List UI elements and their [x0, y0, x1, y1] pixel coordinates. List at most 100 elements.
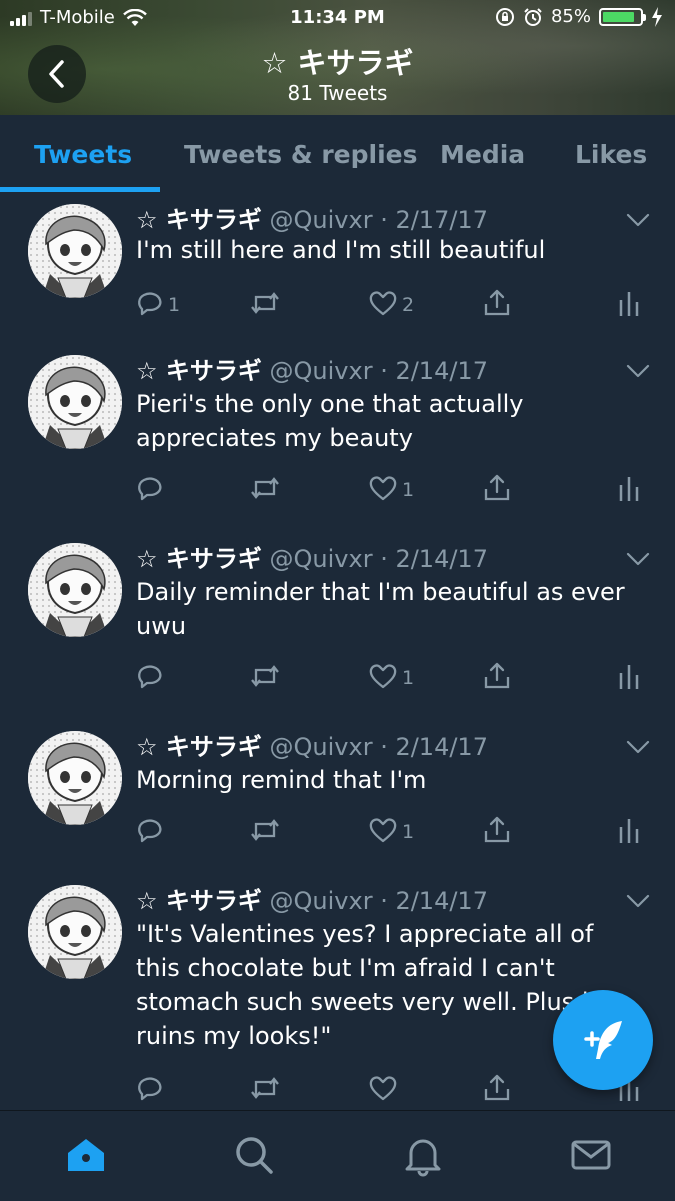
battery-percent: 85% — [550, 6, 591, 27]
like-button[interactable]: 1 — [368, 473, 414, 507]
retweet-icon — [248, 662, 282, 695]
retweet-button[interactable] — [248, 661, 286, 695]
tab-media[interactable]: Media — [440, 115, 525, 195]
tweet-author-name[interactable]: ☆ キサラギ — [136, 545, 262, 573]
nav-notifications[interactable] — [401, 1133, 445, 1177]
tweet-author-name[interactable]: ☆ キサラギ — [136, 206, 262, 234]
analytics-button[interactable] — [618, 661, 640, 695]
search-icon — [236, 1137, 273, 1174]
tweet-handle-date: @Quivxr · 2/14/17 — [269, 887, 488, 915]
tweet-header: ☆ キサラギ @Quivxr · 2/14/17 — [136, 727, 488, 762]
like-button[interactable]: 1 — [368, 661, 414, 695]
tweet-options-button[interactable] — [626, 212, 650, 227]
analytics-button[interactable] — [618, 473, 640, 507]
active-tab-indicator — [0, 187, 160, 192]
retweet-button[interactable] — [248, 1073, 286, 1107]
like-count: 1 — [402, 667, 415, 689]
like-count: 1 — [402, 821, 415, 843]
tweet-options-button[interactable] — [626, 893, 650, 908]
share-button[interactable] — [482, 288, 512, 322]
charging-icon — [652, 6, 662, 27]
avatar[interactable] — [28, 204, 122, 298]
like-button[interactable]: 1 — [368, 815, 414, 849]
tab-likes[interactable]: Likes — [575, 115, 647, 195]
tab-tweets-and-replies[interactable]: Tweets & replies — [184, 115, 418, 195]
messages-icon — [571, 1140, 611, 1170]
nav-home[interactable] — [64, 1133, 108, 1177]
tweet-text: Pieri's the only one that actually appre… — [136, 390, 524, 452]
avatar[interactable] — [28, 885, 122, 979]
share-icon — [482, 1073, 512, 1108]
reply-button[interactable] — [136, 1073, 168, 1107]
nav-messages[interactable] — [569, 1133, 613, 1177]
tweet-handle-date: @Quivxr · 2/14/17 — [269, 545, 488, 573]
tweet-author-name[interactable]: ☆ キサラギ — [136, 733, 262, 761]
tweet-handle-date: @Quivxr · 2/14/17 — [269, 733, 488, 761]
heart-icon — [368, 816, 398, 849]
battery-icon — [599, 7, 646, 26]
chevron-down-icon — [626, 739, 650, 758]
tweet-item[interactable]: ☆ キサラギ @Quivxr · 2/17/17 I'm still here a… — [0, 193, 675, 336]
tweet-author-name[interactable]: ☆ キサラギ — [136, 887, 262, 915]
analytics-icon — [618, 473, 640, 508]
like-button[interactable]: 2 — [368, 288, 414, 322]
tweet-header: ☆ キサラギ @Quivxr · 2/14/17 — [136, 881, 488, 916]
home-icon — [68, 1139, 104, 1171]
bottom-nav — [0, 1110, 675, 1201]
tweet-item[interactable]: ☆ キサラギ @Quivxr · 2/14/17 Morning remind t… — [0, 711, 675, 866]
tweet-actions: 1 — [136, 473, 656, 507]
tweet-options-button[interactable] — [626, 739, 650, 754]
avatar[interactable] — [28, 543, 122, 637]
tweet-item[interactable]: ☆ キサラギ @Quivxr · 2/14/17 Pieri's the only… — [0, 335, 675, 524]
chevron-down-icon — [626, 893, 650, 912]
retweet-button[interactable] — [248, 473, 286, 507]
analytics-icon — [618, 288, 640, 323]
reply-button[interactable] — [136, 661, 168, 695]
reply-icon — [136, 816, 164, 849]
retweet-icon — [248, 816, 282, 849]
tweet-handle-date: @Quivxr · 2/17/17 — [269, 206, 488, 234]
tab-tweets[interactable]: Tweets — [34, 115, 132, 195]
avatar[interactable] — [28, 731, 122, 825]
profile-tabs: Tweets Tweets & replies Media Likes — [0, 115, 675, 196]
tweet-count: 81 Tweets — [287, 81, 388, 105]
tweet-text: Morning remind that I'm — [136, 766, 427, 794]
tweet-author-name[interactable]: ☆ キサラギ — [136, 357, 262, 385]
analytics-button[interactable] — [618, 288, 640, 322]
tweet-actions: 1 — [136, 815, 656, 849]
orientation-lock-icon — [495, 7, 514, 26]
chevron-down-icon — [626, 363, 650, 382]
like-count: 1 — [402, 479, 415, 501]
reply-icon — [136, 662, 164, 695]
compose-tweet-button[interactable] — [553, 990, 653, 1090]
notifications-icon — [405, 1139, 441, 1177]
nav-search[interactable] — [232, 1133, 276, 1177]
tweet-options-button[interactable] — [626, 363, 650, 378]
reply-button[interactable] — [136, 815, 168, 849]
avatar[interactable] — [28, 355, 122, 449]
share-button[interactable] — [482, 815, 512, 849]
retweet-icon — [248, 289, 282, 322]
share-button[interactable] — [482, 473, 512, 507]
reply-button[interactable] — [136, 473, 168, 507]
retweet-button[interactable] — [248, 288, 286, 322]
share-icon — [482, 288, 512, 323]
like-button[interactable] — [368, 1073, 402, 1107]
tweet-text: Daily reminder that I'm beautiful as eve… — [136, 578, 625, 640]
share-button[interactable] — [482, 661, 512, 695]
tweet-header: ☆ キサラギ @Quivxr · 2/14/17 — [136, 351, 488, 386]
reply-icon — [136, 289, 164, 322]
retweet-button[interactable] — [248, 815, 286, 849]
like-count: 2 — [402, 294, 415, 316]
reply-icon — [136, 474, 164, 507]
retweet-icon — [248, 474, 282, 507]
share-button[interactable] — [482, 1073, 512, 1107]
tweet-item[interactable]: ☆ キサラギ @Quivxr · 2/14/17 Daily reminder t… — [0, 523, 675, 712]
reply-button[interactable]: 1 — [136, 288, 180, 322]
share-icon — [482, 661, 512, 696]
heart-icon — [368, 662, 398, 695]
share-icon — [482, 815, 512, 850]
analytics-button[interactable] — [618, 815, 640, 849]
heart-icon — [368, 1074, 398, 1107]
tweet-options-button[interactable] — [626, 551, 650, 566]
